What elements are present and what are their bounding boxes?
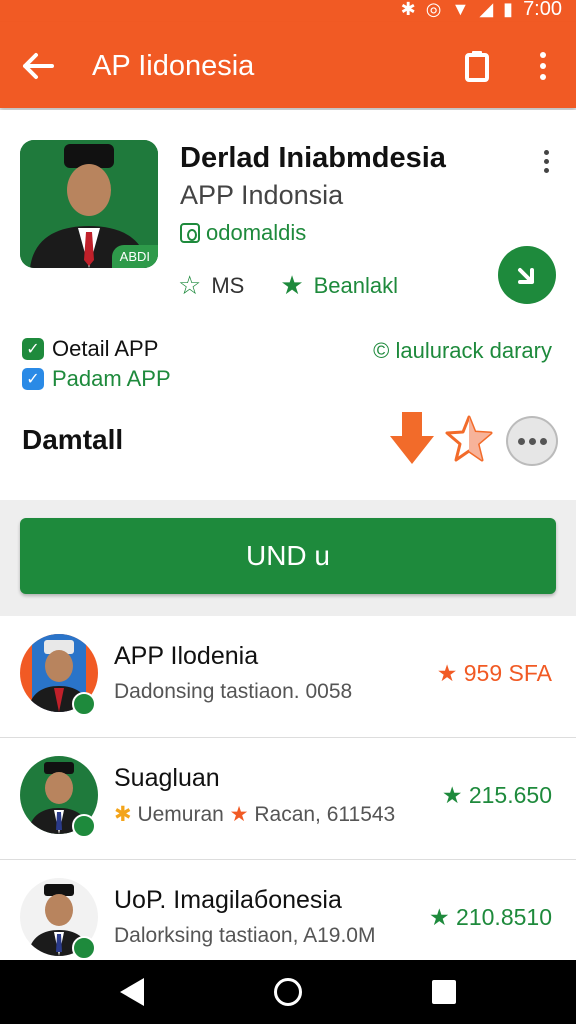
signal-icon: ◢ (479, 0, 494, 19)
clipboard-icon (465, 51, 489, 82)
more-actions-button[interactable] (506, 416, 558, 466)
check-label-padam: Padam APP (52, 366, 171, 391)
avatar-badge: ABDI (111, 245, 158, 268)
nav-home-icon[interactable] (274, 978, 302, 1006)
nav-recents-icon[interactable] (432, 980, 456, 1004)
verified-badge-icon (72, 692, 96, 716)
alarm-icon: ◎ (425, 0, 442, 19)
app-avatar: ABDI (20, 140, 158, 268)
checkbox-checked-icon: ✓ (22, 368, 44, 390)
verified-badge-icon (72, 814, 96, 838)
app-subtitle: APP Indonsia (180, 180, 344, 210)
app-bar: AP Iidonesia (0, 22, 576, 108)
list-item-score: ★ 959 SFA (436, 660, 552, 686)
battery-icon: ▮ (503, 0, 514, 19)
check-item-padam[interactable]: ✓ Padam APP (22, 366, 171, 392)
more-vert-icon[interactable] (530, 48, 556, 84)
list-item-title: Suagluan (114, 764, 220, 792)
checkbox-checked-icon: ✓ (22, 338, 44, 360)
library-link[interactable]: © laulurack darary (373, 338, 552, 364)
download-fab-button[interactable] (498, 246, 556, 304)
developer-icon (180, 223, 200, 243)
outline-star-icon: ☆ (178, 270, 202, 300)
rating-right-label: Beanlakl (313, 272, 399, 298)
subtitle-part-b: Racan, 611543 (254, 803, 396, 826)
star-icon: ★ (229, 803, 249, 826)
app-detail-card: ABDI Derlad Iniabmdesia APP Indonsia odo… (0, 110, 576, 500)
app-title: Derlad Iniabmdesia (180, 142, 446, 174)
check-item-detail[interactable]: ✓ Oetail APP (22, 336, 158, 362)
list-item-score: ★ 215.650 (441, 782, 552, 808)
developer-name: odomaldis (206, 220, 307, 245)
check-label-detail: Oetail APP (52, 336, 159, 361)
nav-back-icon[interactable] (120, 978, 144, 1006)
rating-left-label: MS (211, 272, 245, 298)
system-nav-bar (0, 960, 576, 1024)
list-item-subtitle: ✱ Uemuran ★ Racan, 611543 (114, 802, 395, 827)
rating-row: ☆ MS ★ Beanlakl (178, 270, 398, 301)
download-arrow-icon (518, 268, 534, 284)
list-item[interactable]: Suagluan ✱ Uemuran ★ Racan, 611543 ★ 215… (0, 738, 576, 860)
download-icon[interactable] (388, 410, 436, 466)
status-time: 7:00 (523, 0, 562, 20)
list-item-title: UoP. Imagilaбonesia (114, 886, 342, 914)
status-bar: ✱ ◎ ▼ ◢ ▮ 7:00 (0, 0, 576, 22)
more-options-icon[interactable] (544, 150, 549, 173)
verified-badge-icon (72, 936, 96, 960)
star-outline-icon[interactable] (444, 414, 494, 464)
developer-link[interactable]: odomaldis (180, 220, 306, 246)
app-list: APP Ilodenia Dadonsing tastiaon. 0058 ★ … (0, 616, 576, 960)
list-item-subtitle: Dalorksing tastiaon, A19.0M (114, 924, 376, 947)
subtitle-part-a: Uemuran (137, 803, 224, 826)
section-title: Damtall (22, 424, 124, 455)
status-icons: ✱ ◎ ▼ ◢ ▮ 7:00 (401, 0, 562, 21)
wifi-icon: ▼ (451, 0, 470, 19)
list-item-title: APP Ilodenia (114, 642, 259, 670)
install-button[interactable]: UND u (20, 518, 556, 594)
bluetooth-icon: ✱ (400, 0, 416, 19)
star-icon: ★ (280, 270, 304, 300)
clipboard-button[interactable] (462, 48, 492, 84)
list-item-score: ★ 210.8510 (429, 904, 552, 930)
list-item-subtitle: Dadonsing tastiaon. 0058 (114, 680, 353, 703)
back-button[interactable] (18, 46, 58, 86)
sparkle-icon: ✱ (114, 803, 132, 826)
list-item[interactable]: APP Ilodenia Dadonsing tastiaon. 0058 ★ … (0, 616, 576, 738)
back-arrow-icon (23, 53, 54, 79)
appbar-title: AP Iidonesia (92, 50, 255, 82)
